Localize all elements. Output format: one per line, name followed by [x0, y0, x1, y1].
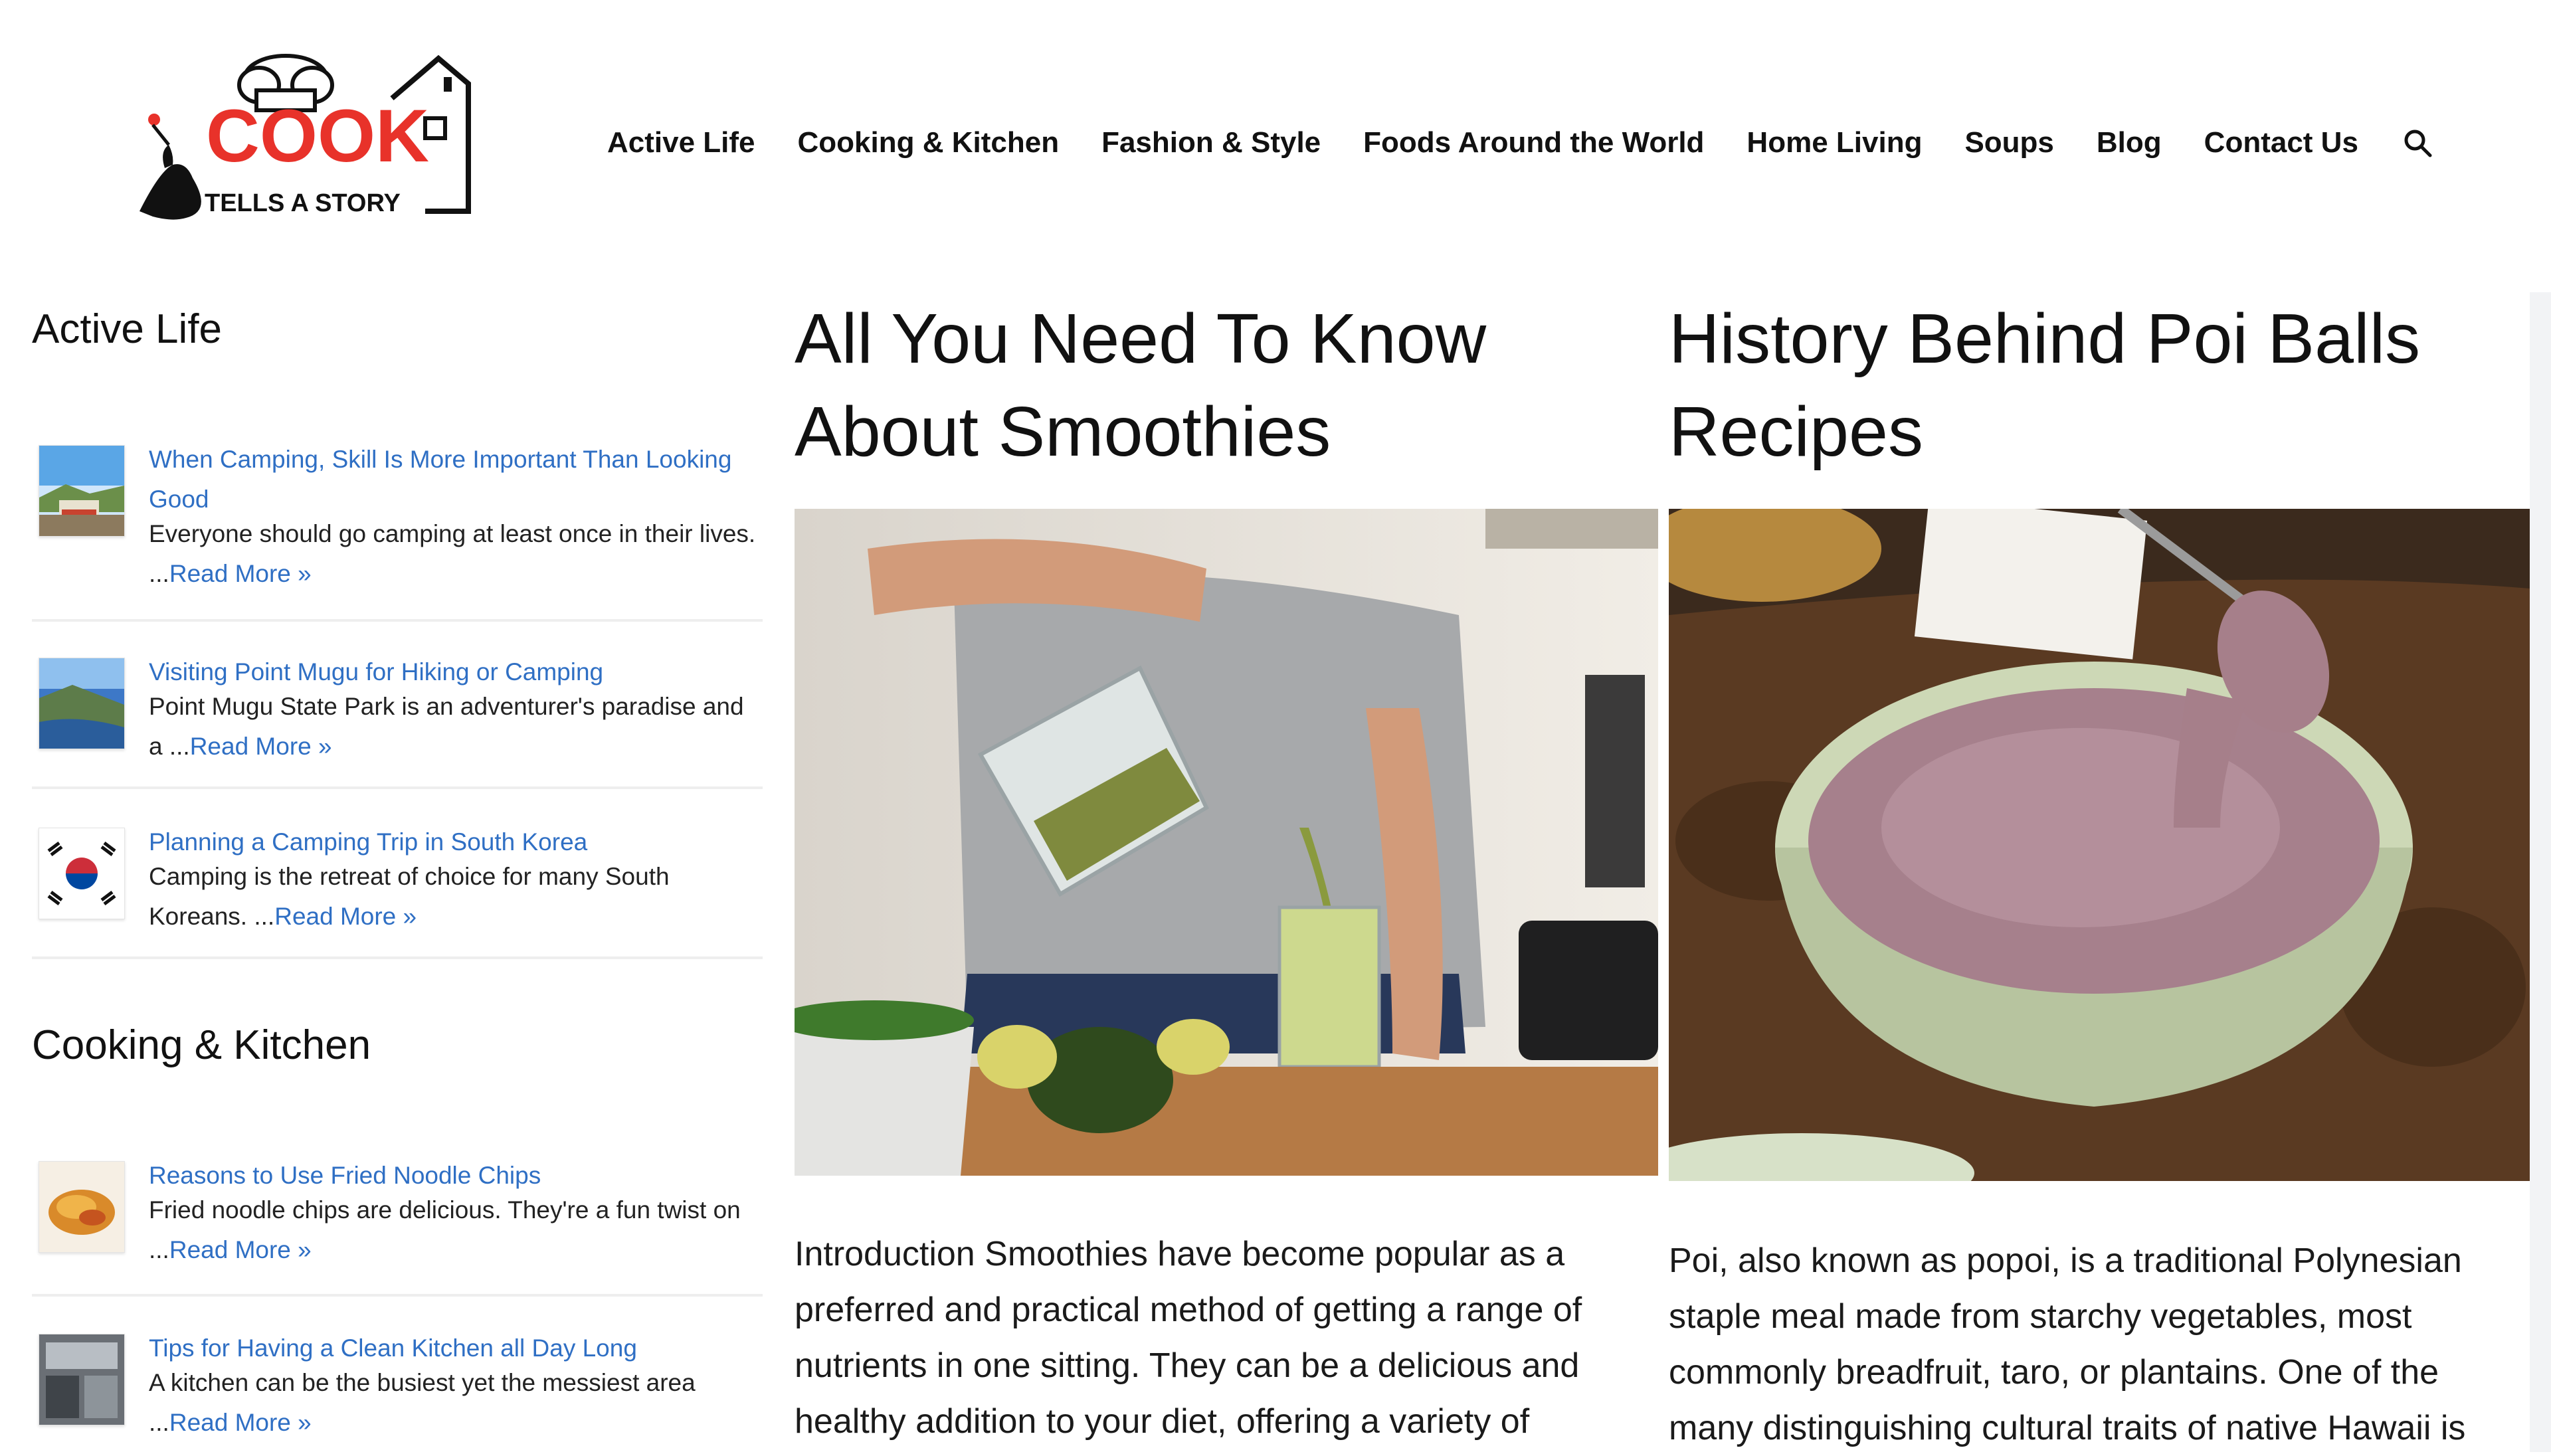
- post-excerpt: Everyone should go camping at least once…: [32, 514, 763, 594]
- site-logo[interactable]: COOK TELLS A STORY: [113, 52, 485, 238]
- post-excerpt: Fried noodle chips are delicious. They'r…: [32, 1190, 763, 1270]
- divider: [32, 956, 763, 959]
- nav-item-home-living[interactable]: Home Living: [1747, 126, 1922, 159]
- nav-item-blog[interactable]: Blog: [2097, 126, 2162, 159]
- nav-item-active-life[interactable]: Active Life: [607, 126, 755, 159]
- article-title[interactable]: History Behind Poi Balls Recipes: [1669, 292, 2530, 478]
- search-icon[interactable]: [2401, 126, 2434, 159]
- article-image-poi[interactable]: [1669, 509, 2530, 1181]
- article-card-smoothies: All You Need To Know About Smoothies Int…: [795, 292, 1658, 1441]
- read-more-link[interactable]: Read More »: [190, 733, 332, 760]
- post-title[interactable]: Visiting Point Mugu for Hiking or Campin…: [149, 652, 760, 692]
- article-card-poi-balls: History Behind Poi Balls Recipes Poi, al…: [1669, 292, 2530, 1447]
- article-excerpt: Introduction Smoothies have become popul…: [795, 1235, 1582, 1441]
- nav-item-cooking-kitchen[interactable]: Cooking & Kitchen: [798, 126, 1060, 159]
- read-more-link[interactable]: Read More »: [169, 1409, 312, 1436]
- post-title[interactable]: Reasons to Use Fried Noodle Chips: [149, 1156, 760, 1196]
- read-more-link[interactable]: Read More »: [169, 560, 312, 587]
- post-title[interactable]: Tips for Having a Clean Kitchen all Day …: [149, 1328, 760, 1368]
- post-title[interactable]: Planning a Camping Trip in South Korea: [149, 822, 760, 862]
- divider: [32, 619, 763, 622]
- divider: [32, 786, 763, 789]
- logo-word: COOK: [206, 94, 429, 177]
- nav-item-fashion-style[interactable]: Fashion & Style: [1101, 126, 1321, 159]
- post-excerpt: A kitchen can be the busiest yet the mes…: [32, 1363, 763, 1443]
- logo-tagline: TELLS A STORY: [205, 189, 401, 217]
- read-more-link[interactable]: Read More »: [169, 1236, 312, 1263]
- read-more-link[interactable]: Read More »: [274, 903, 417, 930]
- sidebar-section-title-active-life: Active Life: [32, 306, 223, 352]
- divider: [32, 1294, 763, 1297]
- article-image-smoothie[interactable]: [795, 509, 1658, 1176]
- nav-item-soups[interactable]: Soups: [1964, 126, 2053, 159]
- nav-item-foods-around-the-world[interactable]: Foods Around the World: [1363, 126, 1704, 159]
- article-excerpt: Poi, also known as popoi, is a tradition…: [1669, 1241, 2466, 1447]
- article-title[interactable]: All You Need To Know About Smoothies: [795, 292, 1658, 478]
- post-excerpt: Point Mugu State Park is an adventurer's…: [32, 687, 763, 767]
- nav-item-contact-us[interactable]: Contact Us: [2204, 126, 2358, 159]
- page-edge: [2530, 292, 2551, 1452]
- sidebar-section-title-cooking-kitchen: Cooking & Kitchen: [32, 1022, 371, 1068]
- post-title[interactable]: When Camping, Skill Is More Important Th…: [149, 440, 760, 519]
- sidebar: Active Life When Camping, Skill Is More …: [27, 292, 764, 1452]
- post-excerpt: Camping is the retreat of choice for man…: [32, 857, 763, 937]
- main-nav: Active Life Cooking & Kitchen Fashion & …: [607, 120, 2434, 166]
